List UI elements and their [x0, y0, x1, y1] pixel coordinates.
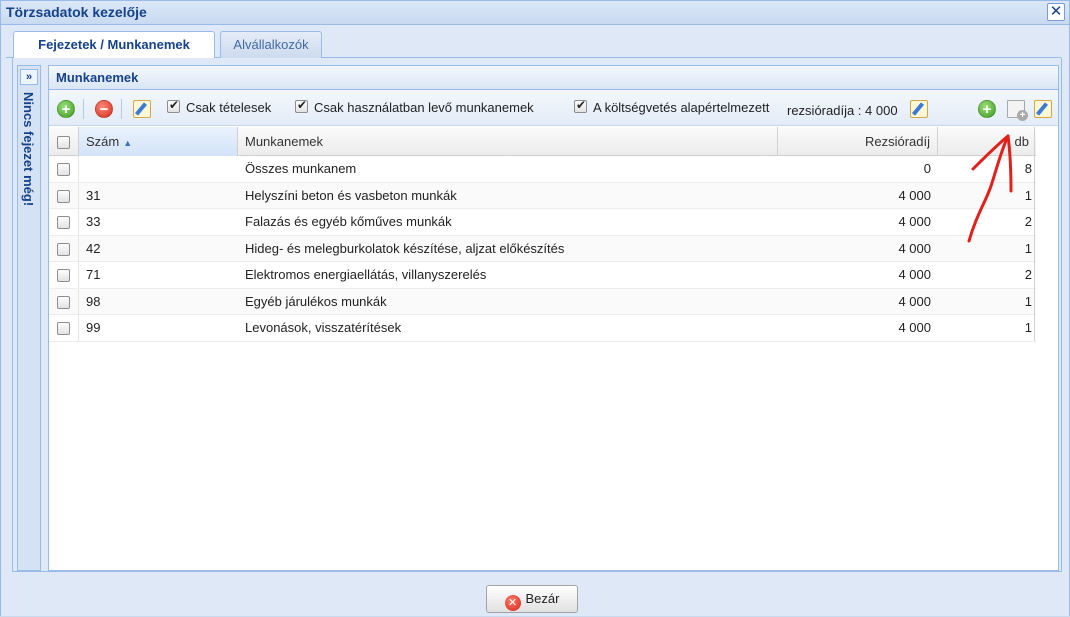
window-title: Törzsadatok kezelője: [6, 4, 147, 20]
budget-default-label: A költségvetés alapértelmezett: [593, 100, 770, 115]
toolbar: + − Csak tételesek Csak használatban lev…: [49, 90, 1058, 126]
cell-szam: 99: [86, 320, 101, 335]
tab-subcontractors[interactable]: Alvállalkozók: [220, 31, 322, 58]
toolbar-separator: [83, 99, 84, 119]
row-checkbox[interactable]: [57, 269, 70, 283]
only-items-checkbox[interactable]: Csak tételesek: [167, 98, 272, 115]
row-select-cell: [49, 209, 79, 235]
row-checkbox[interactable]: [57, 242, 70, 256]
cell-szam: 71: [86, 267, 101, 282]
select-all-cell: [49, 127, 79, 156]
cell-munkanem: Hideg- és melegburkolatok készítése, alj…: [245, 240, 565, 256]
cell-db: 8: [1024, 161, 1032, 176]
cell-rezsioradij: 4 000: [898, 187, 931, 203]
cell-rezsioradij: 4 000: [898, 320, 931, 335]
checkbox-icon[interactable]: [574, 98, 587, 113]
table-row[interactable]: 99 Levonások, visszatérítések 4 000 1: [49, 315, 1036, 342]
cell-rezsioradij: 4 000: [898, 240, 931, 256]
table-row[interactable]: 31 Helyszíni beton és vasbeton munkák 4 …: [49, 182, 1036, 209]
cell-db: 1: [1024, 240, 1032, 256]
overhead-rate-text: rezsióradíja : 4 000: [787, 103, 898, 118]
cell-munkanem: Falazás és egyéb kőműves munkák: [245, 214, 452, 229]
cell-munkanem: Elektromos energiaellátás, villanyszerel…: [245, 267, 487, 282]
cell-munkanem: Egyéb járulékos munkák: [245, 293, 387, 309]
row-select-cell: [49, 288, 79, 315]
cell-db: 1: [1024, 320, 1032, 335]
edit-rate-icon[interactable]: [910, 100, 928, 118]
checkbox-icon[interactable]: [167, 98, 180, 113]
only-used-label: Csak használatban levő munkanemek: [314, 100, 534, 115]
work-types-panel: Munkanemek + − Csak tételesek Csak haszn…: [48, 65, 1059, 571]
row-select-cell: [49, 315, 79, 341]
column-header-db[interactable]: db: [938, 127, 1036, 156]
select-all-checkbox[interactable]: [57, 136, 70, 150]
row-checkbox[interactable]: [57, 322, 70, 336]
edit-icon[interactable]: [133, 100, 151, 118]
cell-rezsioradij: 4 000: [898, 267, 931, 282]
cell-szam: 33: [86, 214, 101, 229]
cell-rezsioradij: 0: [923, 161, 931, 176]
table-row[interactable]: Összes munkanem 0 8: [49, 156, 1036, 183]
cell-szam: [79, 156, 239, 182]
cell-db: 2: [1024, 214, 1032, 229]
side-panel-label: Nincs fejezet még!: [21, 92, 36, 207]
grid-header: Szám ▲ Munkanemek Rezsióradíj db: [49, 127, 1036, 156]
column-header-szam[interactable]: Szám ▲: [79, 127, 238, 156]
row-select-cell: [49, 182, 79, 209]
work-types-grid: Szám ▲ Munkanemek Rezsióradíj db Összes m…: [49, 127, 1036, 342]
cell-munkanem: Összes munkanem: [245, 161, 357, 176]
title-bar: Törzsadatok kezelője ✕: [1, 1, 1069, 25]
only-used-checkbox[interactable]: Csak használatban levő munkanemek: [295, 98, 534, 115]
dialog-window: Törzsadatok kezelője ✕ Fejezetek / Munka…: [0, 0, 1070, 616]
cell-munkanem: Helyszíni beton és vasbeton munkák: [245, 187, 457, 203]
grid-body: Összes munkanem 0 8 31 Helyszíni beton é…: [49, 156, 1036, 342]
row-checkbox[interactable]: [57, 163, 70, 177]
row-select-cell: [49, 156, 79, 182]
cell-db: 1: [1024, 187, 1032, 203]
cell-rezsioradij: 4 000: [898, 293, 931, 309]
row-checkbox[interactable]: [57, 295, 70, 309]
cell-db: 2: [1024, 267, 1032, 282]
row-select-cell: [49, 235, 79, 262]
column-header-rezsioradij[interactable]: Rezsióradíj: [778, 127, 938, 156]
collapsed-side-panel: » Nincs fejezet még!: [17, 65, 41, 571]
only-items-label: Csak tételesek: [186, 100, 272, 115]
add-work-type-icon[interactable]: +: [978, 100, 996, 118]
remove-icon[interactable]: −: [95, 100, 113, 118]
row-checkbox[interactable]: [57, 216, 70, 230]
tab-chapters-work-types[interactable]: Fejezetek / Munkanemek: [13, 31, 215, 59]
cell-szam: 98: [86, 293, 101, 309]
table-row[interactable]: 33 Falazás és egyéb kőműves munkák 4 000…: [49, 209, 1036, 236]
edit-list-icon[interactable]: [1034, 100, 1052, 118]
cell-db: 1: [1024, 293, 1032, 309]
toolbar-separator: [121, 99, 122, 119]
row-select-cell: [49, 262, 79, 288]
close-button-label: Bezár: [525, 591, 560, 606]
cell-szam: 42: [86, 240, 101, 256]
table-row[interactable]: 98 Egyéb járulékos munkák 4 000 1: [49, 288, 1036, 315]
table-row[interactable]: 71 Elektromos energiaellátás, villanysze…: [49, 262, 1036, 289]
tab-strip: Fejezetek / Munkanemek Alvállalkozók: [6, 28, 1061, 59]
grid-edge: [1034, 127, 1035, 341]
cell-szam: 31: [86, 187, 101, 203]
table-row[interactable]: 42 Hideg- és melegburkolatok készítése, …: [49, 235, 1036, 262]
cell-munkanem: Levonások, visszatérítések: [245, 320, 402, 335]
expand-icon[interactable]: »: [20, 69, 38, 85]
panel-header: Munkanemek: [49, 66, 1058, 90]
row-checkbox[interactable]: [57, 189, 70, 203]
close-icon[interactable]: ✕: [1047, 3, 1065, 21]
close-circle-icon: ✕: [504, 595, 521, 611]
column-header-munkanem[interactable]: Munkanemek: [238, 127, 778, 156]
sort-ascending-icon: ▲: [123, 138, 133, 148]
new-document-icon[interactable]: [1007, 100, 1028, 121]
column-label-szam: Szám: [86, 134, 120, 149]
add-icon[interactable]: +: [57, 100, 75, 118]
panel-title: Munkanemek: [56, 70, 139, 85]
budget-default-checkbox[interactable]: A költségvetés alapértelmezett: [574, 98, 770, 115]
checkbox-icon[interactable]: [295, 98, 308, 113]
cell-rezsioradij: 4 000: [898, 214, 931, 229]
close-button[interactable]: ✕ Bezár: [486, 585, 578, 613]
dialog-footer: ✕ Bezár: [1, 576, 1069, 616]
